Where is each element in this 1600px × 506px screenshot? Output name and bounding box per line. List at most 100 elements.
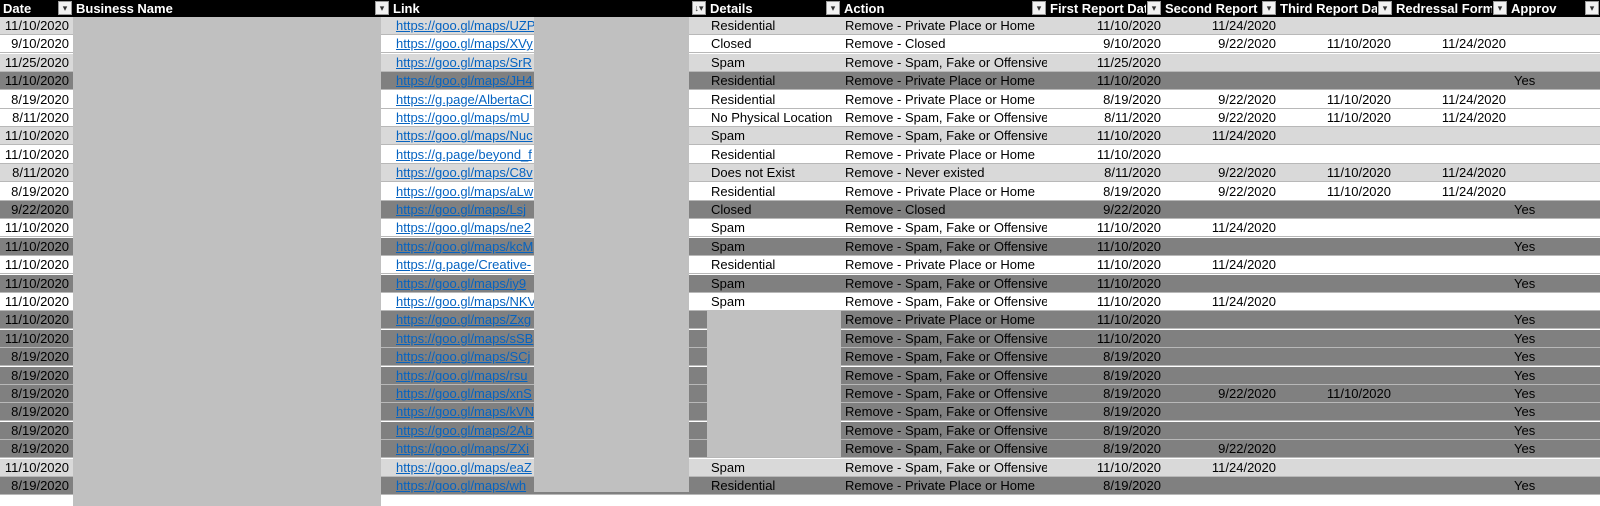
third-report-date-cell[interactable]: 11/10/2020	[1280, 35, 1395, 53]
filter-dropdown-icon[interactable]: ▾	[58, 1, 72, 15]
date-cell[interactable]: 11/10/2020	[0, 293, 73, 311]
third-report-date-cell[interactable]	[1280, 219, 1395, 237]
date-cell[interactable]: 8/19/2020	[0, 385, 73, 403]
third-report-date-cell[interactable]	[1280, 72, 1395, 90]
approved-cell[interactable]: Yes	[1510, 275, 1600, 293]
second-report-date-cell[interactable]	[1165, 54, 1280, 72]
redressal-form-cell[interactable]: 11/24/2020	[1395, 35, 1510, 53]
action-cell[interactable]: Remove - Private Place or Home	[841, 256, 1047, 274]
redressal-form-cell[interactable]	[1395, 440, 1510, 458]
approved-cell[interactable]: Yes	[1510, 330, 1600, 348]
details-cell[interactable]: Residential	[707, 91, 841, 109]
redressal-form-cell[interactable]	[1395, 238, 1510, 256]
second-report-date-cell[interactable]: 9/22/2020	[1165, 109, 1280, 127]
column-header-third-report-date[interactable]: Third Report Date	[1277, 0, 1377, 17]
third-report-date-cell[interactable]	[1280, 477, 1395, 495]
action-cell[interactable]: Remove - Spam, Fake or Offensive	[841, 127, 1047, 145]
second-report-date-cell[interactable]	[1165, 201, 1280, 219]
action-cell[interactable]: Remove - Private Place or Home	[841, 146, 1047, 164]
third-report-date-cell[interactable]	[1280, 330, 1395, 348]
third-report-date-cell[interactable]	[1280, 440, 1395, 458]
date-cell[interactable]: 11/25/2020	[0, 54, 73, 72]
third-report-date-cell[interactable]	[1280, 17, 1395, 35]
approved-cell[interactable]: Yes	[1510, 72, 1600, 90]
redressal-form-cell[interactable]	[1395, 275, 1510, 293]
action-cell[interactable]: Remove - Closed	[841, 201, 1047, 219]
first-report-date-cell[interactable]: 11/10/2020	[1047, 72, 1165, 90]
action-cell[interactable]: Remove - Spam, Fake or Offensive	[841, 385, 1047, 403]
first-report-date-cell[interactable]: 9/10/2020	[1047, 35, 1165, 53]
action-cell[interactable]: Remove - Private Place or Home	[841, 311, 1047, 329]
redressal-form-cell[interactable]	[1395, 367, 1510, 385]
redressal-form-cell[interactable]	[1395, 72, 1510, 90]
details-cell[interactable]: Spam	[707, 459, 841, 477]
approved-cell[interactable]: Yes	[1510, 201, 1600, 219]
approved-cell[interactable]: Yes	[1510, 311, 1600, 329]
details-cell[interactable]: Spam	[707, 219, 841, 237]
first-report-date-cell[interactable]: 8/19/2020	[1047, 367, 1165, 385]
third-report-date-cell[interactable]	[1280, 367, 1395, 385]
column-header-second-report-date[interactable]: Second Report Da	[1162, 0, 1261, 17]
redressal-form-cell[interactable]: 11/24/2020	[1395, 91, 1510, 109]
second-report-date-cell[interactable]: 9/22/2020	[1165, 35, 1280, 53]
date-cell[interactable]: 11/10/2020	[0, 330, 73, 348]
redressal-form-cell[interactable]	[1395, 256, 1510, 274]
redressal-form-cell[interactable]: 11/24/2020	[1395, 164, 1510, 182]
third-report-date-cell[interactable]	[1280, 459, 1395, 477]
action-cell[interactable]: Remove - Spam, Fake or Offensive	[841, 403, 1047, 421]
details-cell[interactable]: Residential	[707, 146, 841, 164]
third-report-date-cell[interactable]: 11/10/2020	[1280, 183, 1395, 201]
date-cell[interactable]: 8/19/2020	[0, 367, 73, 385]
details-cell[interactable]: Spam	[707, 293, 841, 311]
action-cell[interactable]: Remove - Spam, Fake or Offensive	[841, 330, 1047, 348]
second-report-date-cell[interactable]	[1165, 146, 1280, 164]
filter-dropdown-icon[interactable]: ▾	[1262, 1, 1276, 15]
approved-cell[interactable]	[1510, 164, 1600, 182]
third-report-date-cell[interactable]	[1280, 256, 1395, 274]
details-cell[interactable]: Closed	[707, 35, 841, 53]
action-cell[interactable]: Remove - Private Place or Home	[841, 72, 1047, 90]
approved-cell[interactable]: Yes	[1510, 348, 1600, 366]
third-report-date-cell[interactable]	[1280, 348, 1395, 366]
redressal-form-cell[interactable]	[1395, 146, 1510, 164]
column-header-link[interactable]: Link	[390, 0, 691, 17]
date-cell[interactable]: 11/10/2020	[0, 17, 73, 35]
approved-cell[interactable]	[1510, 91, 1600, 109]
first-report-date-cell[interactable]: 11/10/2020	[1047, 311, 1165, 329]
second-report-date-cell[interactable]: 11/24/2020	[1165, 17, 1280, 35]
third-report-date-cell[interactable]	[1280, 275, 1395, 293]
second-report-date-cell[interactable]	[1165, 330, 1280, 348]
details-cell[interactable]: Residential	[707, 183, 841, 201]
approved-cell[interactable]	[1510, 109, 1600, 127]
action-cell[interactable]: Remove - Spam, Fake or Offensive	[841, 54, 1047, 72]
redressal-form-cell[interactable]	[1395, 459, 1510, 477]
action-cell[interactable]: Remove - Spam, Fake or Offensive	[841, 367, 1047, 385]
date-cell[interactable]: 8/19/2020	[0, 477, 73, 495]
redressal-form-cell[interactable]	[1395, 201, 1510, 219]
date-cell[interactable]: 11/10/2020	[0, 72, 73, 90]
details-cell[interactable]: Residential	[707, 17, 841, 35]
redressal-form-cell[interactable]: 11/24/2020	[1395, 109, 1510, 127]
first-report-date-cell[interactable]: 8/19/2020	[1047, 477, 1165, 495]
redressal-form-cell[interactable]	[1395, 403, 1510, 421]
column-header-action[interactable]: Action	[841, 0, 1031, 17]
third-report-date-cell[interactable]	[1280, 311, 1395, 329]
approved-cell[interactable]	[1510, 183, 1600, 201]
date-cell[interactable]: 8/11/2020	[0, 164, 73, 182]
details-cell[interactable]: Closed	[707, 201, 841, 219]
date-cell[interactable]: 11/10/2020	[0, 275, 73, 293]
first-report-date-cell[interactable]: 11/10/2020	[1047, 238, 1165, 256]
action-cell[interactable]: Remove - Private Place or Home	[841, 17, 1047, 35]
first-report-date-cell[interactable]: 8/19/2020	[1047, 422, 1165, 440]
first-report-date-cell[interactable]: 8/11/2020	[1047, 109, 1165, 127]
third-report-date-cell[interactable]	[1280, 127, 1395, 145]
first-report-date-cell[interactable]: 8/19/2020	[1047, 348, 1165, 366]
approved-cell[interactable]	[1510, 219, 1600, 237]
approved-cell[interactable]	[1510, 127, 1600, 145]
action-cell[interactable]: Remove - Spam, Fake or Offensive	[841, 459, 1047, 477]
redressal-form-cell[interactable]	[1395, 422, 1510, 440]
date-cell[interactable]: 8/19/2020	[0, 403, 73, 421]
second-report-date-cell[interactable]	[1165, 477, 1280, 495]
details-cell[interactable]: Does not Exist	[707, 164, 841, 182]
approved-cell[interactable]	[1510, 17, 1600, 35]
